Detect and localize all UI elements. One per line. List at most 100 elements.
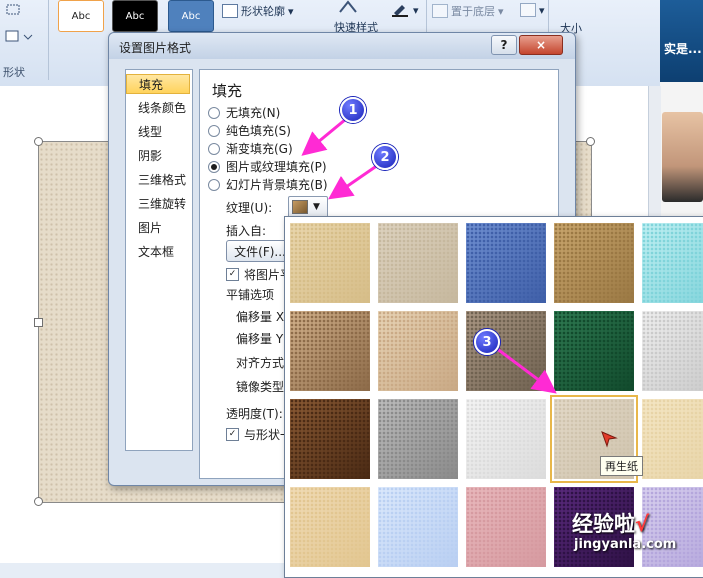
offset-x-label: 偏移量 X: [236, 310, 285, 324]
texture-dropdown[interactable]: ▼: [288, 196, 328, 218]
tile-options-label: 平铺选项: [226, 288, 275, 302]
step-badge-1: 1: [340, 97, 366, 123]
texture-tile-brown-marble[interactable]: [290, 399, 370, 479]
insert-from-label: 插入自:: [226, 224, 267, 238]
radio-button[interactable]: [208, 160, 220, 173]
texture-tile-newsprint[interactable]: [466, 399, 546, 479]
send-to-back-button[interactable]: 置于底层 ▾: [432, 3, 504, 19]
resize-handle[interactable]: [34, 318, 43, 327]
watermark-text: 经验啦: [572, 512, 635, 536]
nav-item-7[interactable]: 文本框: [126, 242, 190, 262]
transparency-label: 透明度(T):: [226, 407, 283, 421]
texture-tile-pink-tissue[interactable]: [466, 487, 546, 567]
fill-option-label: 纯色填充(S): [226, 124, 291, 138]
shape-tool-icon[interactable]: [4, 2, 28, 18]
texture-tile-white-marble[interactable]: [642, 311, 703, 391]
nav-item-6[interactable]: 图片: [126, 218, 190, 238]
texture-preview-icon: [292, 200, 308, 214]
chevron-down-icon: ▾: [413, 3, 419, 17]
shape-outline-label: 形状轮廓: [241, 5, 285, 18]
ad-banner[interactable]: 实是...: [660, 0, 703, 82]
step-badge-2: 2: [372, 144, 398, 170]
resize-handle[interactable]: [34, 497, 43, 506]
tile-checkbox[interactable]: ✓: [226, 268, 239, 281]
fill-option-row[interactable]: 无填充(N): [208, 104, 280, 121]
file-button-label: 文件(F)...: [234, 244, 286, 259]
texture-tile-stationery[interactable]: [290, 487, 370, 567]
shape-style-swatch[interactable]: Abc: [58, 0, 104, 32]
texture-tile-water-droplets[interactable]: [642, 223, 703, 303]
nav-item-1[interactable]: 线条颜色: [126, 98, 190, 118]
texture-label: 纹理(U):: [226, 201, 273, 215]
quick-styles-button[interactable]: [338, 0, 360, 14]
watermark-url: jingyanla.com: [574, 537, 677, 552]
texture-tile-bouquet[interactable]: [642, 487, 703, 567]
step-number: 3: [482, 334, 492, 350]
resize-handle[interactable]: [586, 137, 595, 146]
shape-style-swatch[interactable]: Abc: [168, 0, 214, 32]
nav-item-4[interactable]: 三维格式: [126, 170, 190, 190]
quick-styles-icon: [339, 0, 357, 13]
ad-banner-text: 实是...: [664, 42, 702, 56]
texture-tile-granite[interactable]: [378, 399, 458, 479]
nav-item-3[interactable]: 阴影: [126, 146, 190, 166]
shape-group-label: 形状: [3, 66, 25, 79]
arrange-icon[interactable]: [4, 28, 36, 44]
dialog-title: 设置图片格式: [119, 41, 192, 55]
fill-option-row[interactable]: 图片或纹理填充(P): [208, 158, 327, 175]
texture-tile-papyrus[interactable]: [290, 223, 370, 303]
pen-underline-icon: [392, 5, 408, 17]
text-color-button[interactable]: ▾: [390, 3, 419, 17]
watermark-logo: 经验啦√: [572, 508, 649, 538]
texture-tile-denim[interactable]: [466, 223, 546, 303]
fill-option-row[interactable]: 纯色填充(S): [208, 122, 291, 139]
align-icon: [520, 3, 536, 17]
send-to-back-label: 置于底层: [451, 5, 495, 18]
align-button[interactable]: ▾: [520, 3, 545, 17]
texture-tile-blue-tissue[interactable]: [378, 487, 458, 567]
watermark-check: √: [635, 512, 650, 536]
texture-tooltip: 再生纸: [600, 456, 643, 476]
align-label: 对齐方式: [236, 356, 285, 370]
step-number: 1: [348, 102, 358, 118]
close-button[interactable]: ×: [519, 35, 563, 55]
category-list: 填充线条颜色线型阴影三维格式三维旋转图片文本框: [125, 69, 193, 451]
mouse-cursor-icon: [601, 431, 618, 448]
divider: [48, 0, 49, 80]
fill-option-label: 幻灯片背景填充(B): [226, 178, 328, 192]
swatch-label: Abc: [181, 10, 201, 22]
offset-y-label: 偏移量 Y: [236, 332, 284, 346]
texture-tile-paper-bag[interactable]: [290, 311, 370, 391]
shape-outline-button[interactable]: 形状轮廓 ▾: [222, 3, 294, 19]
help-button[interactable]: ?: [491, 35, 517, 55]
radio-button[interactable]: [208, 106, 220, 119]
rotate-with-shape-row[interactable]: ✓ 与形状一: [226, 426, 292, 443]
dialog-titlebar[interactable]: 设置图片格式 ? ×: [109, 33, 575, 59]
resize-handle[interactable]: [34, 137, 43, 146]
help-icon: ?: [500, 38, 508, 52]
swatch-label: Abc: [71, 10, 91, 22]
close-icon: ×: [535, 38, 547, 52]
radio-button[interactable]: [208, 178, 220, 191]
chevron-down-icon: ▾: [498, 4, 504, 18]
step-badge-3: 3: [474, 329, 500, 355]
nav-item-5[interactable]: 三维旋转: [126, 194, 190, 214]
texture-tile-canvas[interactable]: [378, 223, 458, 303]
nav-item-0[interactable]: 填充: [126, 74, 190, 94]
radio-button[interactable]: [208, 142, 220, 155]
radio-button[interactable]: [208, 124, 220, 137]
ad-photo[interactable]: [662, 112, 703, 202]
fill-option-row[interactable]: 渐变填充(G): [208, 140, 293, 157]
texture-tile-woven-mat[interactable]: [554, 223, 634, 303]
shape-style-swatch[interactable]: Abc: [112, 0, 158, 32]
texture-tile-fish-fossil[interactable]: [378, 311, 458, 391]
pen-icon: [222, 4, 238, 18]
fill-option-row[interactable]: 幻灯片背景填充(B): [208, 176, 328, 193]
tile-checkbox-row[interactable]: ✓ 将图片平: [226, 266, 292, 283]
chevron-down-icon: ▼: [313, 202, 320, 212]
texture-tile-green-marble[interactable]: [554, 311, 634, 391]
nav-item-2[interactable]: 线型: [126, 122, 190, 142]
texture-tile-parchment[interactable]: [642, 399, 703, 479]
swatch-label: Abc: [125, 10, 145, 22]
rotate-with-shape-checkbox[interactable]: ✓: [226, 428, 239, 441]
